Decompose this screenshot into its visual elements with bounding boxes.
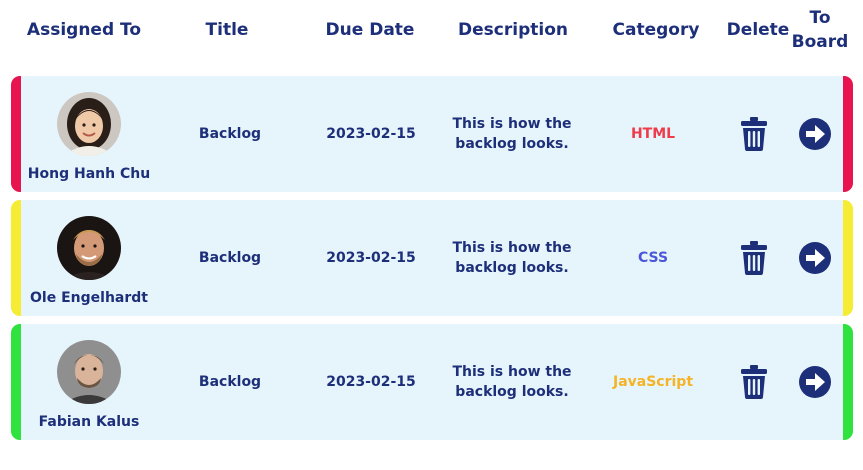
- task-category: HTML: [630, 126, 676, 142]
- header-title: Title: [205, 20, 249, 40]
- header-category: Category: [612, 20, 700, 40]
- arrow-right-circle-icon: [799, 242, 831, 274]
- trash-icon: [741, 365, 767, 399]
- table-header: Assigned To Title Due Date Description C…: [0, 0, 863, 60]
- task-title: Backlog: [198, 250, 262, 266]
- header-description: Description: [458, 20, 568, 40]
- to-board-button[interactable]: [798, 365, 832, 399]
- task-due-date: 2023-02-15: [326, 250, 416, 266]
- header-to-board-line1: To: [809, 8, 831, 28]
- assignee-name: Ole Engelhardt: [30, 290, 148, 306]
- task-description: This is how the backlog looks.: [452, 240, 572, 276]
- to-board-button[interactable]: [798, 241, 832, 275]
- task-row: Ole Engelhardt Backlog 2023-02-15 This i…: [11, 200, 853, 316]
- arrow-right-circle-icon: [799, 366, 831, 398]
- header-delete: Delete: [726, 20, 790, 40]
- assignee-name: Fabian Kalus: [38, 414, 140, 430]
- header-to-board-line2: Board: [791, 32, 849, 52]
- task-due-date: 2023-02-15: [326, 126, 416, 142]
- avatar: [57, 216, 121, 280]
- delete-button[interactable]: [740, 117, 768, 151]
- header-assigned-to: Assigned To: [26, 20, 142, 40]
- task-row: Hong Hanh Chu Backlog 2023-02-15 This is…: [11, 76, 853, 192]
- task-row: Fabian Kalus Backlog 2023-02-15 This is …: [11, 324, 853, 440]
- task-due-date: 2023-02-15: [326, 374, 416, 390]
- header-due-date: Due Date: [325, 20, 415, 40]
- task-description: This is how the backlog looks.: [452, 116, 572, 152]
- avatar: [57, 92, 121, 156]
- task-title: Backlog: [198, 126, 262, 142]
- delete-button[interactable]: [740, 241, 768, 275]
- arrow-right-circle-icon: [799, 118, 831, 150]
- trash-icon: [741, 241, 767, 275]
- avatar: [57, 340, 121, 404]
- assignee-name: Hong Hanh Chu: [27, 166, 151, 182]
- delete-button[interactable]: [740, 365, 768, 399]
- task-category: JavaScript: [612, 374, 694, 390]
- header-to-board: To Board: [792, 6, 849, 54]
- task-description: This is how the backlog looks.: [452, 364, 572, 400]
- to-board-button[interactable]: [798, 117, 832, 151]
- trash-icon: [741, 117, 767, 151]
- task-category: CSS: [637, 250, 669, 266]
- task-title: Backlog: [198, 374, 262, 390]
